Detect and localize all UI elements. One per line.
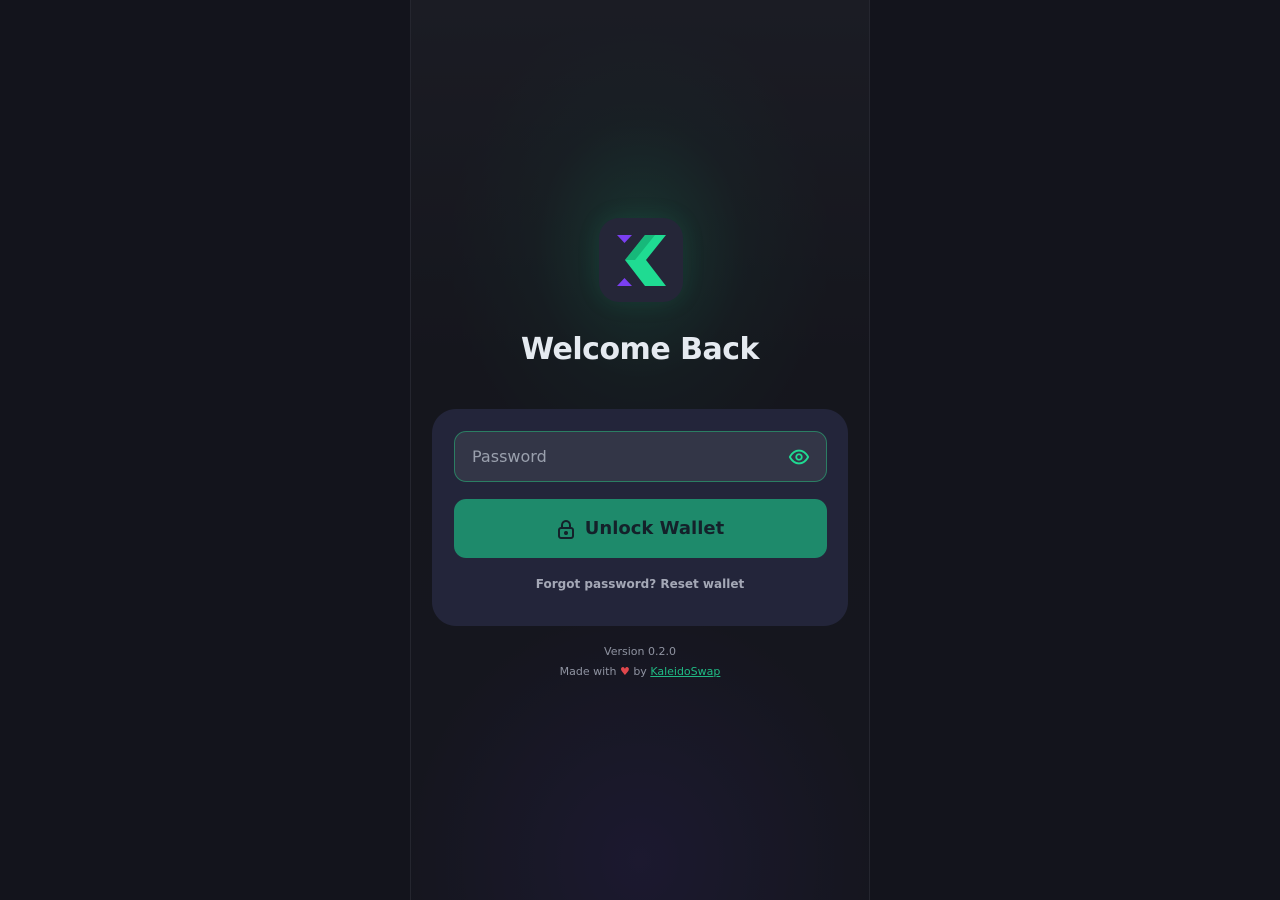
login-panel: Welcome Back Unlock Wallet Forgot passwo… (410, 0, 870, 900)
by-text: by (633, 665, 647, 678)
unlock-wallet-button[interactable]: Unlock Wallet (454, 499, 827, 558)
logo-mark-icon (617, 235, 666, 286)
password-field (454, 431, 827, 482)
unlock-wallet-label: Unlock Wallet (584, 518, 725, 539)
made-with-text: Made with (559, 665, 617, 678)
heart-icon: ♥ (619, 665, 630, 678)
made-with-line: Made with ♥ by KaleidoSwap (411, 665, 869, 678)
app-root: Welcome Back Unlock Wallet Forgot passwo… (0, 0, 1280, 900)
kaleidoswap-logo-icon (599, 218, 683, 302)
lock-icon (557, 519, 575, 539)
reset-wallet-link[interactable]: Forgot password? Reset wallet (432, 577, 848, 591)
kaleidoswap-link[interactable]: KaleidoSwap (650, 665, 720, 678)
eye-icon[interactable] (788, 446, 810, 468)
password-input[interactable] (455, 432, 775, 481)
page-title: Welcome Back (521, 332, 759, 367)
version-text: Version 0.2.0 (604, 645, 676, 658)
unlock-card: Unlock Wallet Forgot password? Reset wal… (432, 409, 848, 626)
